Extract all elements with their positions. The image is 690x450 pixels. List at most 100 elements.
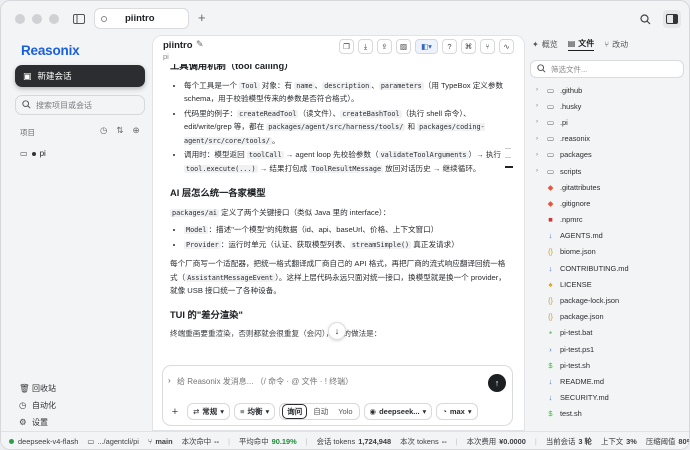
chevron-down-icon: ▾ — [467, 407, 472, 416]
ai-paragraph: packages/ai 定义了两个关键接口（类似 Java 里的 interfa… — [170, 207, 391, 217]
file-item[interactable]: ◆ .gitignore — [536, 195, 686, 211]
command-icon[interactable]: ⌘ — [461, 39, 476, 54]
status-model[interactable]: deepseek-v4-flash — [9, 437, 78, 446]
license-file-icon: ♠ — [548, 279, 553, 289]
maximize-window-button[interactable] — [49, 14, 59, 24]
file-item[interactable]: ♠ LICENSE — [536, 276, 686, 292]
activity-icon[interactable]: ∿ — [499, 39, 514, 54]
folder-item[interactable]: › ▭ scripts — [536, 163, 686, 179]
new-chat-button[interactable]: ▣ 新建会话 — [15, 65, 145, 87]
expand-icon[interactable]: › — [168, 376, 171, 385]
status-this-tokens: 本次 tokens -- — [400, 437, 447, 446]
close-window-button[interactable] — [15, 14, 25, 24]
file-tree: › ▭ .github › ▭ .husky › ▭ .pi › ▭ .reasonix › ▭ packa… — [536, 82, 686, 422]
folder-item[interactable]: › ▭ .reasonix — [536, 131, 686, 147]
export-icon[interactable]: ⇪ — [377, 39, 392, 54]
tab-title: piintro — [125, 13, 155, 24]
ps-file-icon: › — [549, 344, 552, 354]
title-bar: piintro + — [1, 1, 689, 35]
model-label: deepseek... — [379, 407, 420, 416]
window-controls[interactable] — [15, 14, 59, 24]
file-item[interactable]: ↓ AGENTS.md — [536, 228, 686, 244]
mode-icon: ⇄ — [193, 407, 200, 416]
file-name: README.md — [560, 376, 604, 386]
minimize-window-button[interactable] — [32, 14, 42, 24]
layout-mode-button[interactable]: ◧▾ — [415, 39, 438, 54]
online-dot-icon — [9, 439, 14, 444]
folder-item[interactable]: › ▭ packages — [536, 147, 686, 163]
json-file-icon: {} — [547, 247, 553, 257]
fork-icon[interactable]: ⑂ — [480, 39, 495, 54]
sort-icon[interactable]: ⇅ — [116, 125, 123, 136]
level-select[interactable]: ◔ max ▾ — [436, 403, 478, 420]
search-icon[interactable] — [637, 11, 653, 27]
image-icon[interactable]: ▨ — [396, 39, 411, 54]
history-icon[interactable]: ◷ — [100, 125, 107, 136]
status-avg-cache: 平均命中 90.19% — [239, 437, 297, 446]
file-item[interactable]: {} biome.json — [536, 244, 686, 260]
main-toolbar: ❐ ⤓ ⇪ ▨ ◧▾ ? ⌘ ⑂ ∿ — [339, 39, 514, 54]
file-name: SECURITY.md — [560, 393, 609, 403]
file-name: LICENSE — [560, 279, 592, 289]
model-select[interactable]: ◉ deepseek... ▾ — [363, 403, 433, 420]
divider: | — [228, 437, 231, 446]
file-item[interactable]: ↓ CONTRIBUTING.md — [536, 260, 686, 276]
help-icon[interactable]: ? — [442, 39, 457, 54]
sidebar-item-project[interactable]: ▭ pi — [15, 145, 145, 162]
tab-changes[interactable]: ⑂ 改动 — [604, 37, 628, 51]
sidebar-bottom-menu: 🗑 回收站 ◷ 自动化 ⚙ 设置 — [19, 380, 56, 431]
send-button[interactable]: ↑ — [488, 374, 506, 392]
file-item[interactable]: ▪ pi-test.bat — [536, 325, 686, 341]
folder-item[interactable]: › ▭ .github — [536, 82, 686, 98]
mode-select[interactable]: ⇄ 常规 ▾ — [187, 403, 231, 420]
folder-item[interactable]: › ▭ .husky — [536, 98, 686, 114]
status-branch[interactable]: ⑂ main — [148, 437, 173, 446]
file-item[interactable]: {} package-lock.json — [536, 292, 686, 308]
file-name: package.json — [560, 312, 604, 322]
sidebar-search-input[interactable]: 搜索项目或会话 — [15, 95, 145, 115]
tab-overview[interactable]: ✦ 概览 — [532, 37, 558, 51]
chevron-down-icon: ▾ — [220, 407, 225, 416]
chevron-right-icon: › — [536, 151, 538, 158]
tab-files[interactable]: ▤ 文件 — [567, 37, 595, 51]
file-filter-input[interactable]: 筛选文件... — [530, 60, 684, 78]
page-title: piintro — [163, 40, 193, 51]
file-item[interactable]: ■ .npmrc — [536, 212, 686, 228]
file-item[interactable]: ◆ .gitattributes — [536, 179, 686, 195]
approval-mode-group: 询问 自动 Yolo — [279, 403, 360, 420]
add-project-icon[interactable]: ⊕ — [133, 125, 140, 136]
attach-button[interactable]: + — [167, 406, 183, 418]
scroll-to-bottom-button[interactable]: ↓ — [328, 322, 346, 340]
file-item[interactable]: $ pi-test.sh — [536, 357, 686, 373]
sidebar-item-trash[interactable]: 🗑 回收站 — [19, 380, 56, 397]
sidebar-toggle-icon[interactable] — [71, 11, 87, 27]
mode-ask-button[interactable]: 询问 — [282, 404, 308, 419]
download-icon[interactable]: ⤓ — [358, 39, 373, 54]
file-item[interactable]: ↓ SECURITY.md — [536, 390, 686, 406]
right-panel-toggle-icon[interactable] — [663, 10, 681, 28]
file-item[interactable]: › pi-test.ps1 — [536, 341, 686, 357]
mode-yolo-button[interactable]: Yolo — [334, 406, 356, 417]
clock-icon: ◷ — [19, 400, 27, 410]
file-name: scripts — [560, 166, 582, 176]
file-item[interactable]: {} package.json — [536, 309, 686, 325]
folder-file-icon: ▭ — [546, 117, 555, 127]
file-name: .husky — [560, 101, 582, 111]
file-item[interactable]: ↓ README.md — [536, 373, 686, 389]
status-path[interactable]: ▭ .../agentcli/pi — [87, 437, 138, 446]
chevron-right-icon: › — [536, 135, 538, 142]
tab-piintro[interactable]: piintro — [94, 8, 189, 29]
search-icon — [22, 99, 31, 111]
edit-title-icon[interactable]: ✎ — [196, 39, 204, 50]
sidebar-item-automation[interactable]: ◷ 自动化 — [19, 397, 56, 414]
file-item[interactable]: $ test.sh — [536, 406, 686, 422]
folder-file-icon: ▭ — [546, 134, 555, 144]
folder-item[interactable]: › ▭ .pi — [536, 114, 686, 130]
copy-icon[interactable]: ❐ — [339, 39, 354, 54]
effort-select[interactable]: ≡ 均衡 ▾ — [234, 403, 276, 420]
status-cost: 本次费用 ¥0.0000 — [466, 437, 526, 446]
sidebar-item-settings[interactable]: ⚙ 设置 — [19, 414, 56, 431]
message-input[interactable] — [177, 374, 477, 388]
add-tab-button[interactable]: + — [198, 10, 206, 25]
mode-auto-button[interactable]: 自动 — [309, 405, 332, 418]
